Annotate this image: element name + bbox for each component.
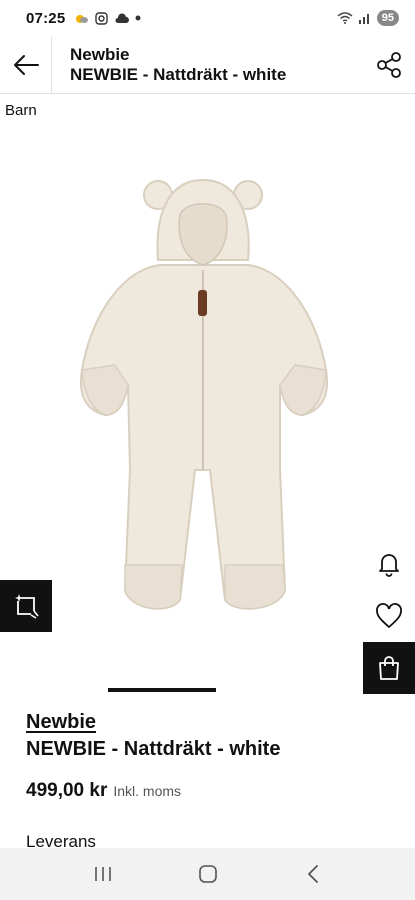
- back-button[interactable]: [0, 35, 52, 94]
- home-icon: [198, 865, 217, 883]
- dot-icon: [135, 15, 141, 21]
- shopping-bag-icon: [379, 656, 399, 680]
- favorite-button[interactable]: [363, 590, 415, 642]
- header-product-name: NEWBIE - Nattdräkt - white: [70, 64, 287, 84]
- cloud-icon: [115, 12, 130, 23]
- wifi-icon: [337, 12, 353, 24]
- recents-icon: [94, 867, 111, 881]
- brand-link[interactable]: Newbie: [26, 710, 96, 734]
- share-icon: [377, 51, 401, 78]
- status-time: 07:25: [26, 9, 66, 27]
- product-name: NEWBIE - Nattdräkt - white: [26, 738, 281, 760]
- bell-icon: [379, 554, 399, 577]
- arrow-left-icon: [13, 54, 39, 75]
- battery-indicator: 95: [376, 10, 399, 26]
- system-icons: 95: [337, 10, 399, 26]
- recents-button[interactable]: [83, 854, 123, 894]
- status-bar: 07:25 95: [0, 0, 415, 36]
- instagram-icon: [95, 11, 109, 25]
- chevron-left-icon: [307, 865, 318, 883]
- try-on-button[interactable]: [0, 580, 52, 632]
- vat-note: Inkl. moms: [113, 783, 182, 799]
- notification-icons: [75, 11, 141, 25]
- product-info: Newbie NEWBIE - Nattdräkt - white 499,00…: [26, 710, 396, 802]
- header-titles: Newbie NEWBIE - Nattdräkt - white: [52, 45, 363, 85]
- share-button[interactable]: [363, 36, 415, 94]
- add-to-bag-button[interactable]: [363, 642, 415, 694]
- category-label: Barn: [5, 102, 37, 119]
- product-image[interactable]: [70, 170, 340, 620]
- price-row: 499,00 kr Inkl. moms: [26, 780, 396, 802]
- carousel-indicator[interactable]: [108, 688, 216, 692]
- weather-icon: [76, 15, 89, 23]
- android-nav-bar: [0, 848, 415, 900]
- sparkle-crop-icon: [15, 594, 39, 619]
- side-action-panel: [363, 538, 415, 694]
- system-back-button[interactable]: [293, 854, 333, 894]
- heart-icon: [376, 603, 402, 629]
- product-header: Newbie NEWBIE - Nattdräkt - white: [0, 35, 415, 94]
- home-button[interactable]: [188, 854, 228, 894]
- header-brand: Newbie: [70, 44, 130, 64]
- product-price: 499,00 kr: [26, 780, 108, 801]
- signal-icon: [358, 14, 369, 24]
- notify-button[interactable]: [363, 538, 415, 590]
